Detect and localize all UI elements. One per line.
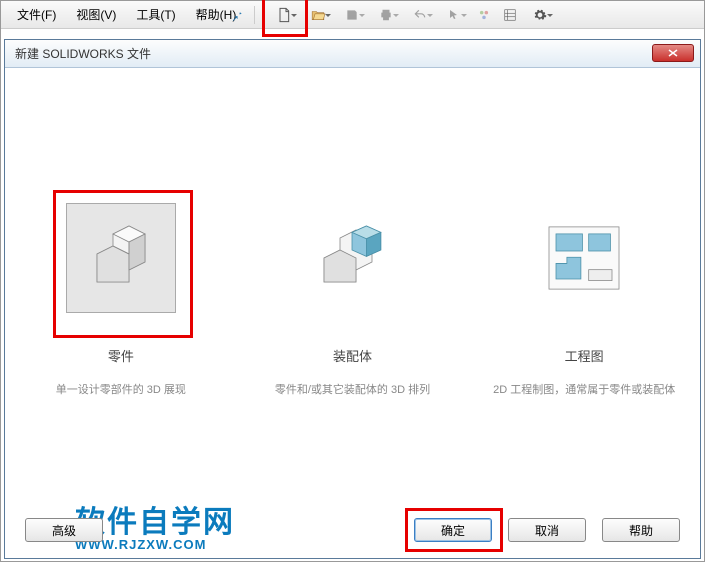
part-icon: [66, 203, 176, 313]
save-button[interactable]: [336, 4, 368, 26]
menu-file[interactable]: 文件(F): [7, 2, 66, 27]
separator: [254, 6, 255, 24]
template-options-row: 零件 单一设计零部件的 3D 展现 装配体: [5, 68, 700, 398]
drawing-title: 工程图: [565, 346, 604, 365]
option-part[interactable]: 零件 单一设计零部件的 3D 展现: [21, 188, 221, 398]
dialog-body: 零件 单一设计零部件的 3D 展现 装配体: [5, 68, 700, 558]
option-assembly[interactable]: 装配体 零件和/或其它装配体的 3D 排列: [252, 188, 452, 398]
close-button[interactable]: [652, 44, 694, 62]
rebuild-button[interactable]: [472, 4, 496, 26]
cancel-button[interactable]: 取消: [508, 518, 586, 542]
part-title: 零件: [108, 346, 134, 365]
settings-gear-button[interactable]: [524, 4, 556, 26]
pin-icon[interactable]: [225, 4, 249, 26]
assembly-title: 装配体: [333, 346, 372, 365]
new-document-button[interactable]: [268, 4, 300, 26]
menu-tools[interactable]: 工具(T): [126, 2, 185, 27]
dialog-title-text: 新建 SOLIDWORKS 文件: [15, 45, 151, 62]
assembly-desc: 零件和/或其它装配体的 3D 排列: [275, 383, 430, 398]
menu-view[interactable]: 视图(V): [66, 2, 126, 27]
option-drawing[interactable]: 工程图 2D 工程制图，通常属于零件或装配体: [484, 188, 684, 398]
main-toolbar: [221, 1, 560, 29]
part-desc: 单一设计零部件的 3D 展现: [56, 383, 186, 398]
dialog-titlebar: 新建 SOLIDWORKS 文件: [5, 40, 700, 68]
help-button[interactable]: 帮助: [602, 518, 680, 542]
drawing-icon: [529, 203, 639, 313]
undo-button[interactable]: [404, 4, 436, 26]
drawing-desc: 2D 工程制图，通常属于零件或装配体: [493, 383, 675, 398]
new-document-dialog: 新建 SOLIDWORKS 文件: [4, 39, 701, 559]
assembly-icon: [297, 203, 407, 313]
advanced-button[interactable]: 高级: [25, 518, 103, 542]
print-button[interactable]: [370, 4, 402, 26]
dialog-button-row: 高级 确定 取消 帮助: [5, 518, 700, 542]
options-panel-button[interactable]: [498, 4, 522, 26]
select-button[interactable]: [438, 4, 470, 26]
ok-button[interactable]: 确定: [414, 518, 492, 542]
open-button[interactable]: [302, 4, 334, 26]
